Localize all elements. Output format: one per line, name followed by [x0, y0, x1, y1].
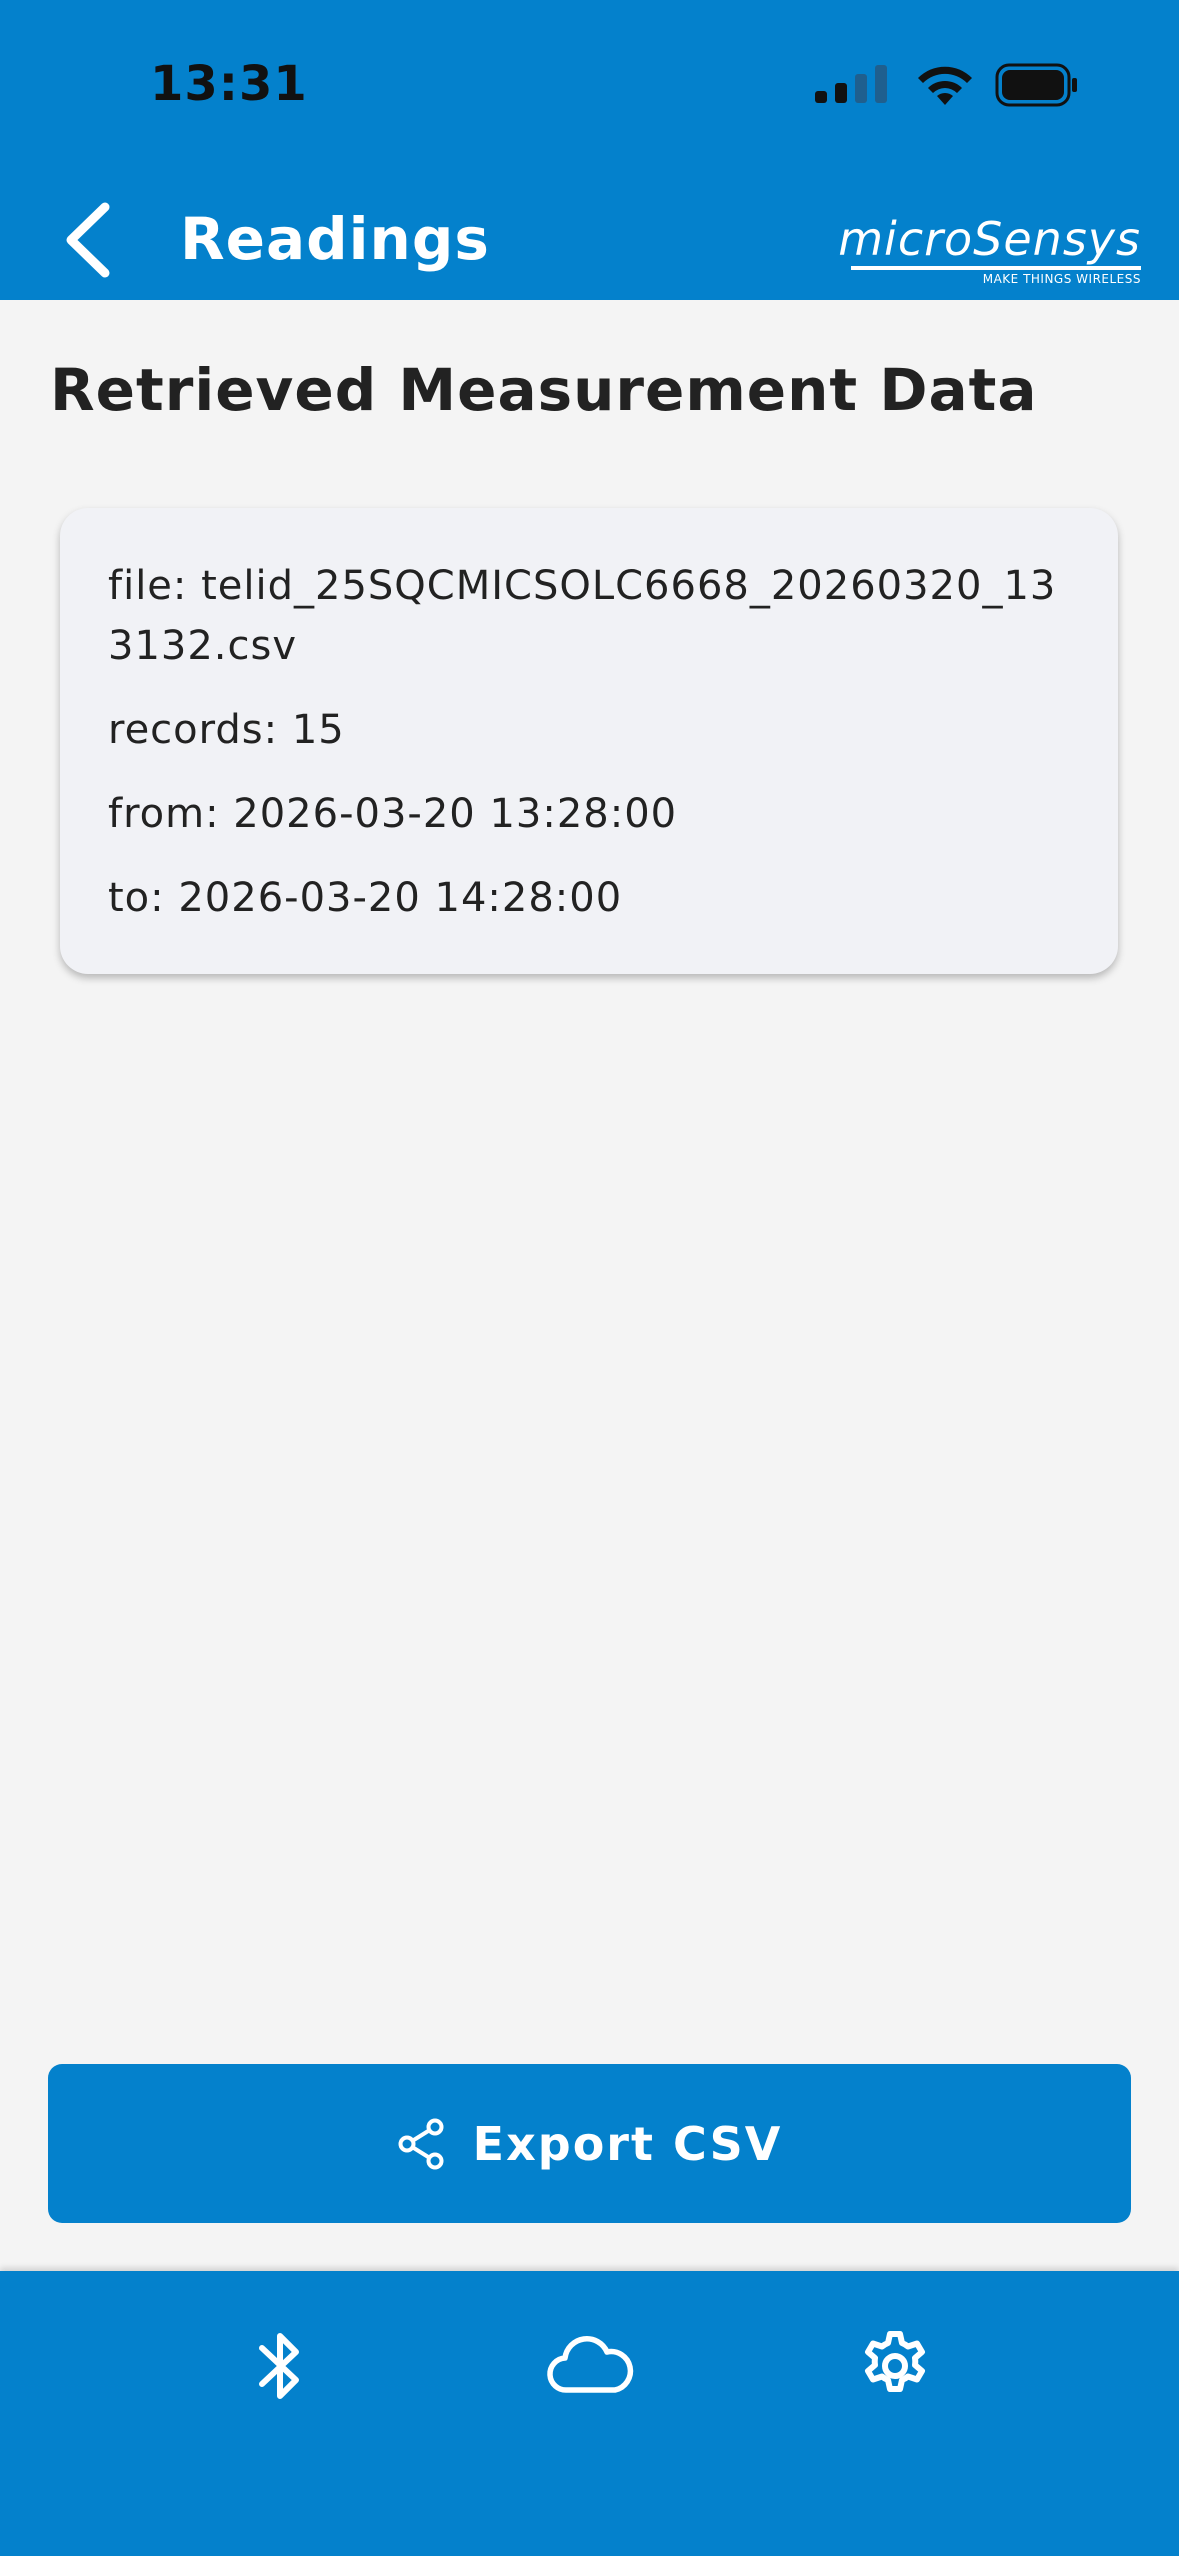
chevron-left-icon: [66, 202, 110, 278]
top-app-bar: 13:31 Readings microSensys MAKE THINGS W…: [0, 0, 1179, 300]
from-line: from: 2026-03-20 13:28:00: [108, 784, 1068, 844]
file-value: telid_25SQCMICSOLC6668_20260320_133132.c…: [108, 563, 1057, 669]
logo-tagline: MAKE THINGS WIRELESS: [982, 272, 1141, 286]
cloud-icon: [547, 2336, 634, 2393]
from-value: 2026-03-20 13:28:00: [233, 791, 678, 837]
readings-screen: 13:31 Readings microSensys MAKE THINGS W…: [0, 0, 1179, 2556]
battery-icon: [995, 63, 1077, 107]
measurement-info-card: file: telid_25SQCMICSOLC6668_20260320_13…: [60, 508, 1118, 974]
bottom-navigation: [0, 2271, 1179, 2556]
brand-logo: microSensys MAKE THINGS WIRELESS: [838, 212, 1141, 292]
cellular-signal-icon: [815, 65, 887, 103]
records-label: records:: [108, 707, 292, 753]
status-time: 13:31: [150, 56, 308, 112]
gear-icon: [865, 2331, 925, 2392]
file-label: file:: [108, 563, 202, 609]
back-button[interactable]: [55, 195, 125, 285]
nav-bluetooth[interactable]: [225, 2311, 335, 2421]
wifi-icon: [918, 66, 972, 105]
from-label: from:: [108, 791, 234, 837]
records-line: records: 15: [108, 700, 1068, 760]
share-icon: [398, 2118, 444, 2169]
nav-cloud[interactable]: [535, 2311, 645, 2421]
logo-text: microSensys: [838, 212, 1141, 266]
to-label: to:: [108, 875, 179, 921]
status-icons: [811, 60, 1079, 110]
bluetooth-icon: [259, 2333, 299, 2399]
page-title: Readings: [180, 205, 490, 273]
records-value: 15: [291, 707, 345, 753]
nav-settings[interactable]: [840, 2311, 950, 2421]
export-csv-label: Export CSV: [472, 2116, 783, 2171]
to-value: 2026-03-20 14:28:00: [178, 875, 623, 921]
section-heading: Retrieved Measurement Data: [50, 356, 1038, 424]
to-line: to: 2026-03-20 14:28:00: [108, 868, 1068, 928]
file-line: file: telid_25SQCMICSOLC6668_20260320_13…: [108, 556, 1068, 676]
logo-underline: [851, 266, 1141, 270]
export-csv-button[interactable]: Export CSV: [48, 2064, 1131, 2223]
